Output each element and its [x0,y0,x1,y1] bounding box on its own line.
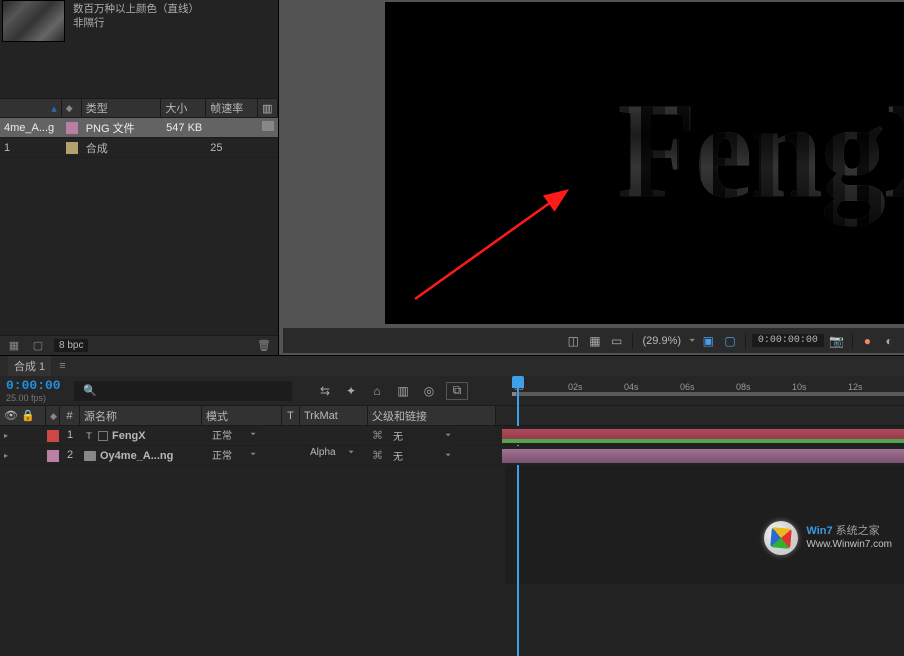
show-channel-icon[interactable]: ● [859,332,877,350]
item-framerate: 25 [206,142,258,154]
color-management-icon[interactable]: ◐ [880,332,898,350]
pickwhip-icon[interactable]: ⌘ [372,429,383,442]
footage-info-line1: 数百万种以上颜色（直线） [73,2,199,16]
item-size: 547 KB [161,122,206,134]
motion-blur-icon[interactable]: ◎ [420,382,438,400]
twirl-icon[interactable]: ▸ [4,431,12,440]
layer-duration-bar[interactable] [496,426,904,445]
type-column[interactable]: 类型 [82,99,162,117]
index-column[interactable]: # [60,406,80,425]
framerate-column[interactable]: 帧速率 [206,99,258,117]
layer-duration-bar[interactable] [496,446,904,465]
timeline-search-input[interactable] [74,381,292,401]
twirl-icon[interactable]: ▸ [4,451,12,460]
annotation-arrow [405,184,585,304]
label-column[interactable] [46,406,60,425]
project-item-row[interactable]: 1 合成 25 [0,138,278,158]
draft-3d-icon[interactable]: ✦ [342,382,360,400]
footage-layer-icon [84,451,96,461]
project-columns-header[interactable]: ▴ 类型 大小 帧速率 ▥ [0,98,278,118]
fps-display: 25.00 fps) [6,393,64,403]
show-grid-icon[interactable]: ▢ [721,332,739,350]
watermark-suffix: 系统之家 [833,525,880,537]
parent-dropdown[interactable]: 无 [387,427,457,444]
item-name[interactable]: 1 [0,142,62,154]
item-label [62,142,82,154]
footage-info-line2: 非隔行 [73,16,199,30]
size-column[interactable]: 大小 [161,99,206,117]
tab-menu-icon[interactable]: ≡ [59,360,65,372]
composition-preview-panel: FengX ◫ ▦ ▭ (29.9%) ⏷ ▣ ▢ 0:00:00:00 📷 [278,0,904,355]
blend-mode-dropdown[interactable]: 正常 [206,426,262,443]
visibility-column[interactable]: 👁 🔒 [0,406,46,425]
viewer-timecode[interactable]: 0:00:00:00 [752,334,824,347]
time-ruler[interactable]: 0s 02s 04s 06s 08s 10s 12s [506,376,904,405]
item-label [62,122,82,134]
project-item-preview: 数百万种以上颜色（直线） 非隔行 [0,0,278,48]
preview-masked-text: FengX [617,72,904,230]
inpoint-column[interactable]: ▥ [258,99,278,117]
parent-link-column[interactable]: 父级和链接 [368,406,496,425]
zoom-level[interactable]: (29.9%) [639,335,686,347]
timeline-column-headers[interactable]: 👁 🔒 # 源名称 模式 T TrkMat 父级和链接 [0,406,904,426]
layer-index: 1 [60,426,80,445]
footage-thumbnail[interactable] [2,0,65,42]
watermark-url: Www.Winwin7.com [806,538,892,551]
mask-visibility-icon[interactable]: ▭ [608,332,626,350]
parent-dropdown[interactable]: 无 [387,447,457,464]
trkmat-column[interactable]: TrkMat [300,406,368,425]
frame-blend-icon[interactable]: ▥ [394,382,412,400]
always-preview-icon[interactable]: ◫ [564,332,582,350]
composition-tab[interactable]: 合成 1 [8,356,51,376]
viewer-toolbar: ◫ ▦ ▭ (29.9%) ⏷ ▣ ▢ 0:00:00:00 📷 ● ◐ (三分… [283,328,904,353]
layer-label-swatch[interactable] [47,450,59,462]
blend-mode-dropdown[interactable]: 正常 [206,446,262,463]
project-panel: 数百万种以上颜色（直线） 非隔行 ▴ 类型 大小 帧速率 ▥ 4me_A...g… [0,0,278,355]
snapshot-icon[interactable]: 📷 [828,332,846,350]
mode-column[interactable]: 模式 [202,406,282,425]
graph-editor-icon[interactable]: ⧉ [446,382,468,400]
watermark: Win7 系统之家 Www.Winwin7.com [764,521,892,555]
project-footer: ▦ ▢ 8 bpc 🗑 [0,335,278,355]
current-time-display[interactable]: 0:00:00 [6,378,64,393]
label-column[interactable] [62,99,82,117]
project-items-list[interactable]: ▴ 类型 大小 帧速率 ▥ 4me_A...g PNG 文件 547 KB 1 … [0,98,278,335]
layer-label-swatch[interactable] [47,430,59,442]
solo-icon[interactable] [98,431,108,441]
transparency-grid-icon[interactable]: ▦ [586,332,604,350]
layer-name[interactable]: FengX [112,430,146,442]
project-bpc[interactable]: 8 bpc [54,339,88,352]
item-type: PNG 文件 [82,120,162,136]
trash-icon[interactable]: 🗑 [256,338,272,354]
layer-index: 2 [60,446,80,465]
item-inpoint [258,121,278,134]
project-item-row[interactable]: 4me_A...g PNG 文件 547 KB [0,118,278,138]
composition-viewer[interactable]: FengX [385,2,904,324]
layer-row[interactable]: ▸ 1 T FengX 正常 ⌘ 无 [0,426,904,446]
comp-mini-flowchart-icon[interactable]: ⇆ [316,382,334,400]
text-layer-icon: T [84,431,94,441]
source-name-column[interactable]: 源名称 [80,406,202,425]
watermark-brand: Win7 [806,525,832,537]
item-name[interactable]: 4me_A...g [0,122,62,134]
pickwhip-icon[interactable]: ⌘ [372,449,383,462]
preserve-transparency-toggle[interactable] [282,446,300,465]
interpret-footage-icon[interactable]: ▦ [6,338,22,354]
show-safe-zones-icon[interactable]: ▣ [699,332,717,350]
windows-logo-icon [764,521,798,555]
current-time-indicator[interactable] [512,376,525,406]
hide-shy-layers-icon[interactable]: ⌂ [368,382,386,400]
layer-row[interactable]: ▸ 2 Oy4me_A...ng 正常 Alpha ⌘ 无 [0,446,904,466]
trkmat-dropdown[interactable]: Alpha [304,446,360,459]
item-type: 合成 [82,140,162,156]
name-column-sort[interactable]: ▴ [0,99,62,117]
layer-name[interactable]: Oy4me_A...ng [100,450,173,462]
preserve-transparency-column[interactable]: T [282,406,300,425]
new-folder-icon[interactable]: ▢ [30,338,46,354]
